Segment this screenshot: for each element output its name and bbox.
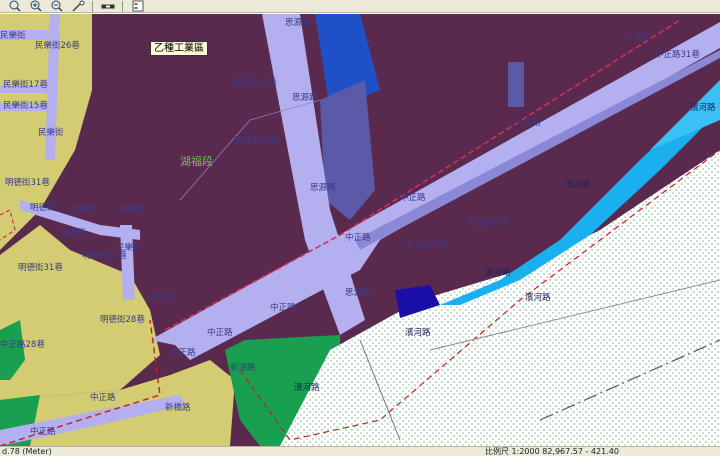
- street-label: 中正路: [170, 347, 196, 358]
- legend-icon[interactable]: [129, 0, 146, 12]
- zoom-out-icon[interactable]: [48, 0, 65, 12]
- street-label: 明德街28巷: [100, 314, 145, 325]
- street-label: 思源路49巷: [234, 135, 279, 146]
- street-label: 濱河路: [405, 327, 431, 338]
- map-canvas[interactable]: 民樂街26巷 民樂街 民樂街17巷 民樂街15巷 民樂街 明德街31巷 明德街 …: [0, 14, 720, 446]
- street-label: 中正路28巷: [0, 339, 45, 350]
- street-label: 濱河路: [485, 267, 511, 278]
- street-label: 中正路: [345, 232, 371, 243]
- street-label: 濱河路: [525, 292, 551, 303]
- street-label: 民樂街: [0, 30, 26, 41]
- street-label: 中正路: [400, 192, 426, 203]
- street-label: 民樂街17巷: [3, 79, 48, 90]
- street-label: 明德街31巷: [18, 262, 63, 273]
- street-label: 明德街: [60, 227, 86, 238]
- street-label: 民樂街: [116, 242, 142, 253]
- street-label: 中正路31巷: [655, 49, 700, 60]
- zone-tooltip: 乙種工業區: [150, 41, 208, 56]
- identify-icon[interactable]: [69, 0, 86, 12]
- street-label: 濱河路: [565, 179, 591, 190]
- street-label: 中正路: [625, 32, 651, 43]
- street-label: 中正路: [148, 292, 174, 303]
- street-label: 濱河路: [690, 102, 716, 113]
- street-label: 中正路51巷: [465, 217, 510, 228]
- street-label: 中正路: [515, 117, 541, 128]
- street-label: 民樂街: [38, 127, 64, 138]
- street-label: 明德街: [120, 204, 146, 215]
- map-toolbar: [0, 0, 720, 13]
- toolbar-separator: [122, 0, 123, 12]
- street-label: 民樂街26巷: [35, 40, 80, 51]
- street-label: 中正路: [207, 327, 233, 338]
- street-label: 思源路: [345, 287, 371, 298]
- street-label: 明德街: [30, 202, 56, 213]
- scale-bar-icon[interactable]: [99, 0, 116, 12]
- street-label: 中正路59巷: [405, 240, 450, 251]
- street-label: 明德街: [73, 204, 99, 215]
- street-label: 中正路: [30, 426, 56, 437]
- street-label: 思源路: [292, 92, 318, 103]
- street-label: 民樂街15巷: [3, 100, 48, 111]
- street-label: 思源路61巷: [232, 77, 277, 88]
- street-label: 新橋路: [165, 402, 191, 413]
- street-label: 明德街31巷: [5, 177, 50, 188]
- street-label: 新湖路: [230, 362, 256, 373]
- zoom-in-icon[interactable]: [27, 0, 44, 12]
- street-label: 中正路: [270, 302, 296, 313]
- street-label: 中正路: [90, 392, 116, 403]
- street-label: 濱河路: [294, 382, 320, 393]
- street-label: 思源路: [310, 182, 336, 193]
- toolbar-separator: [92, 0, 93, 12]
- public-zone-slate[interactable]: [508, 62, 524, 107]
- district-label: 湖福段: [180, 154, 213, 168]
- zoom-extent-icon[interactable]: [6, 0, 23, 12]
- street-label: 思源路: [285, 17, 311, 28]
